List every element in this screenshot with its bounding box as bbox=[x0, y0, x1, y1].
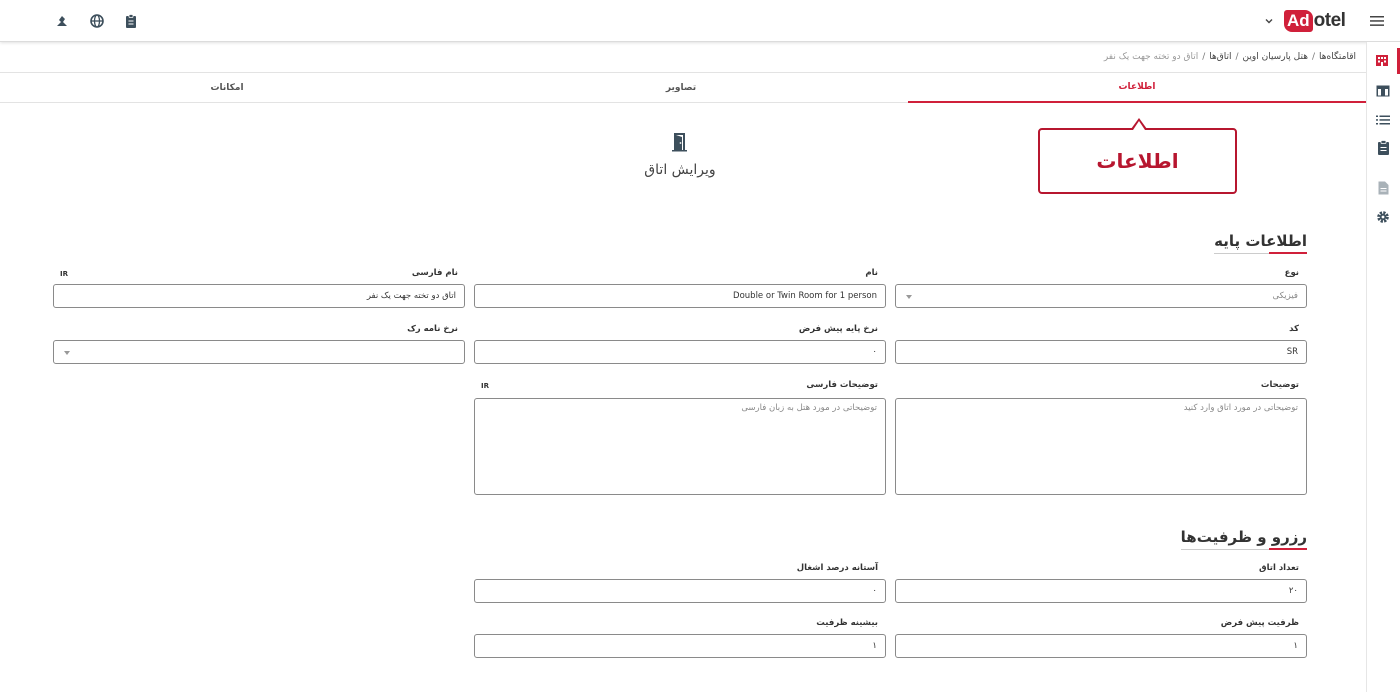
name-fa-input[interactable]: اتاق دو تخته جهت یک نفر bbox=[53, 284, 465, 308]
name-fa-value: اتاق دو تخته جهت یک نفر bbox=[366, 291, 456, 301]
menu-icon[interactable] bbox=[1367, 11, 1387, 31]
sidebar-item-documents[interactable] bbox=[1366, 176, 1400, 202]
code-label: کد bbox=[1289, 324, 1299, 334]
door-icon bbox=[671, 132, 689, 156]
callout-arrow-fill bbox=[1133, 121, 1145, 130]
rate-card-label: نرخ نامه رک bbox=[407, 324, 458, 334]
room-count-label: تعداد اتاق bbox=[1258, 563, 1299, 573]
language-tag: IR bbox=[60, 270, 68, 278]
side-nav bbox=[1366, 42, 1400, 692]
document-icon bbox=[1378, 180, 1389, 199]
occupancy-input[interactable]: ۰ bbox=[474, 579, 886, 603]
page-title: ویرایش اتاق bbox=[644, 162, 716, 178]
section-title-capacity: رزرو و ظرفیت‌ها bbox=[1180, 528, 1307, 550]
chevron-down-icon bbox=[64, 351, 70, 355]
type-value: فیزیکی bbox=[1272, 291, 1298, 301]
max-capacity-input[interactable]: ۱ bbox=[474, 634, 886, 658]
max-capacity-value: ۱ bbox=[872, 641, 877, 651]
sidebar-item-list[interactable] bbox=[1366, 106, 1400, 132]
app-logo[interactable]: Ad otel bbox=[1284, 8, 1346, 34]
chevron-down-icon[interactable] bbox=[1259, 11, 1279, 31]
tab-info[interactable]: اطلاعات bbox=[908, 73, 1366, 103]
chevron-down-icon bbox=[906, 295, 912, 299]
name-fa-label: نام فارسی bbox=[411, 268, 458, 278]
name-value: Double or Twin Room for 1 person bbox=[733, 291, 877, 301]
voice-icon[interactable] bbox=[52, 11, 72, 31]
breadcrumb-item[interactable]: اقامتگاه‌ها bbox=[1319, 52, 1356, 62]
breadcrumb: اقامتگاه‌ها/هتل پارسیان اوین/اتاق‌ها/اتا… bbox=[1103, 52, 1356, 62]
code-input[interactable]: SR bbox=[895, 340, 1307, 364]
page-header: ویرایش اتاق bbox=[600, 132, 760, 178]
desc-fa-textarea[interactable]: توضیحاتی در مورد هتل به زبان فارسی bbox=[474, 398, 886, 495]
clipboard-icon[interactable] bbox=[121, 11, 141, 31]
desc-label: توضیحات bbox=[1260, 380, 1299, 390]
desc-fa-placeholder: توضیحاتی در مورد هتل به زبان فارسی bbox=[741, 403, 877, 413]
top-bar: Ad otel bbox=[0, 0, 1400, 42]
room-count-input[interactable]: ۲۰ bbox=[895, 579, 1307, 603]
desc-textarea[interactable]: توضیحاتی در مورد اتاق وارد کنید bbox=[895, 398, 1307, 495]
rate-card-select[interactable] bbox=[53, 340, 465, 364]
section-title-text: رزرو و ظرفیت‌ها bbox=[1180, 528, 1307, 546]
breadcrumb-item[interactable]: هتل پارسیان اوین bbox=[1243, 52, 1308, 62]
gear-icon bbox=[1376, 209, 1390, 228]
hotel-icon bbox=[1375, 52, 1389, 71]
room-count-value: ۲۰ bbox=[1288, 586, 1298, 596]
section-title-basic: اطلاعات پایه bbox=[1214, 232, 1307, 254]
default-capacity-label: ظرفیت پیش فرض bbox=[1220, 618, 1299, 628]
sidebar-item-hotels[interactable] bbox=[1366, 48, 1400, 74]
globe-icon[interactable] bbox=[87, 11, 107, 31]
tab-bar: اطلاعات تصاویر امکانات bbox=[0, 72, 1366, 103]
type-label: نوع bbox=[1284, 268, 1299, 278]
sidebar-item-table[interactable] bbox=[1366, 78, 1400, 104]
default-capacity-value: ۱ bbox=[1293, 641, 1298, 651]
name-input[interactable]: Double or Twin Room for 1 person bbox=[474, 284, 886, 308]
language-tag: IR bbox=[481, 382, 489, 390]
max-capacity-label: بیشینه ظرفیت bbox=[816, 618, 878, 628]
occupancy-value: ۰ bbox=[872, 586, 877, 596]
name-label: نام bbox=[865, 268, 878, 278]
logo-text: otel bbox=[1313, 10, 1346, 31]
breadcrumb-item[interactable]: اتاق‌ها bbox=[1209, 52, 1231, 62]
tab-amenities[interactable]: امکانات bbox=[0, 73, 454, 103]
desc-fa-label: توضیحات فارسی bbox=[806, 380, 878, 390]
breadcrumb-current: اتاق دو تخته جهت یک نفر bbox=[1103, 52, 1199, 62]
type-select[interactable]: فیزیکی bbox=[895, 284, 1307, 308]
table-icon bbox=[1376, 82, 1390, 101]
occupancy-label: آستانه درصد اشغال bbox=[796, 563, 878, 573]
base-rate-label: نرخ پایه پیش فرض bbox=[798, 324, 878, 334]
base-rate-value: ۰ bbox=[872, 347, 877, 357]
desc-placeholder: توضیحاتی در مورد اتاق وارد کنید bbox=[1183, 403, 1298, 413]
callout-text: اطلاعات bbox=[1096, 149, 1179, 173]
section-title-text: اطلاعات پایه bbox=[1214, 232, 1307, 250]
base-rate-select[interactable]: ۰ bbox=[474, 340, 886, 364]
tab-images[interactable]: تصاویر bbox=[454, 73, 908, 103]
callout-box: اطلاعات bbox=[1038, 128, 1237, 194]
logo-mark: Ad bbox=[1284, 10, 1313, 32]
code-value: SR bbox=[1286, 347, 1298, 357]
sidebar-item-reports[interactable] bbox=[1366, 136, 1400, 162]
list-icon bbox=[1376, 110, 1390, 129]
default-capacity-input[interactable]: ۱ bbox=[895, 634, 1307, 658]
clipboard-icon bbox=[1377, 139, 1390, 159]
sidebar-item-settings[interactable] bbox=[1366, 205, 1400, 231]
